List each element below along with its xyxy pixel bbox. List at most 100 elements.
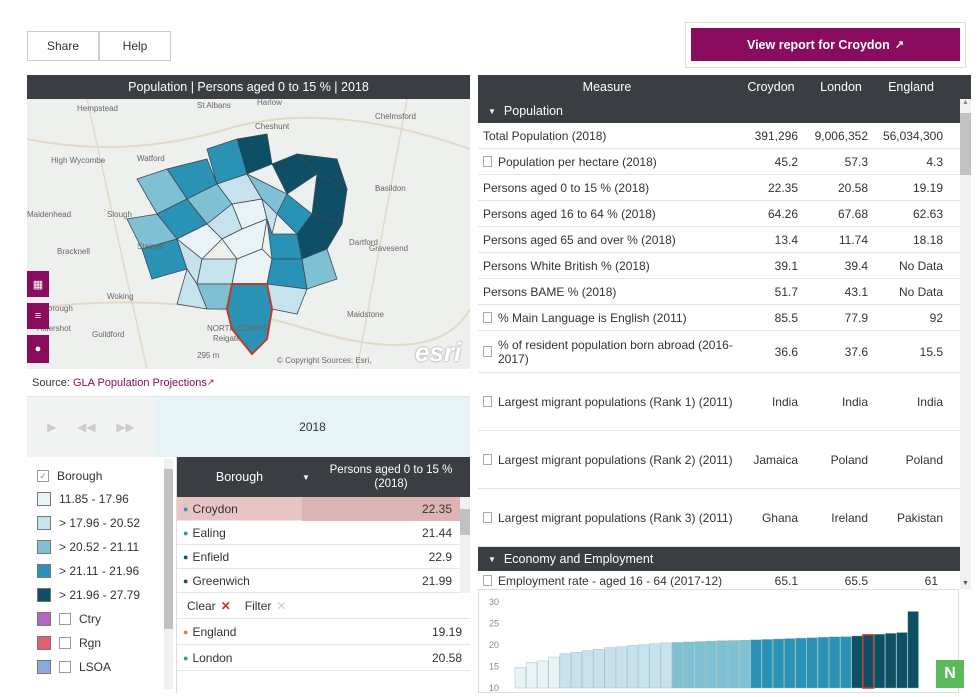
view-report-button[interactable]: View report for Croydon ↗: [691, 28, 960, 61]
chart-bar[interactable]: [593, 649, 605, 689]
chart-bar[interactable]: [761, 639, 773, 689]
legend-extra-item[interactable]: Ctry: [27, 607, 176, 631]
measure-row[interactable]: Persons aged 65 and over % (2018) 13.4 11.…: [478, 227, 960, 253]
source-link[interactable]: GLA Population Projections: [73, 377, 207, 389]
chart-bar[interactable]: [615, 646, 627, 689]
legend-scroll-thumb[interactable]: [164, 469, 173, 629]
chart-bar[interactable]: [548, 656, 560, 689]
chart-bar[interactable]: [705, 640, 717, 689]
measures-scroll-thumb[interactable]: [960, 113, 971, 175]
chart-bar[interactable]: [907, 611, 919, 689]
chart-bar[interactable]: [627, 645, 639, 689]
col-measure[interactable]: Measure: [478, 80, 736, 94]
chart-bar[interactable]: [671, 642, 684, 689]
chart-bar[interactable]: [604, 647, 616, 689]
group-population[interactable]: ▼ Population: [478, 99, 960, 123]
checkbox-checked-icon[interactable]: ✓: [37, 470, 49, 482]
legend-item[interactable]: > 21.11 - 21.96: [27, 559, 176, 583]
play-icon[interactable]: ▶: [47, 420, 56, 434]
summary-row[interactable]: ● London 20.58: [177, 645, 470, 671]
chart-bar[interactable]: [862, 634, 875, 689]
col-borough[interactable]: Borough: [177, 470, 302, 484]
chart-bar[interactable]: [728, 640, 740, 689]
measure-row[interactable]: Total Population (2018) 391,296 9,006,352 5…: [478, 123, 960, 149]
col-persons-0-15[interactable]: Persons aged 0 to 15 % (2018): [312, 463, 470, 491]
chart-bar[interactable]: [806, 637, 818, 689]
map-layers-button[interactable]: ▦: [27, 271, 49, 297]
checkbox-icon[interactable]: [59, 637, 71, 649]
location-button[interactable]: ●: [27, 335, 49, 363]
chart-bar[interactable]: [817, 637, 829, 689]
filter-button[interactable]: Filter: [245, 599, 272, 613]
chart-bar[interactable]: [683, 641, 695, 689]
measures-scrollbar[interactable]: ▲ ▼: [960, 99, 971, 589]
map[interactable]: St Albans Hempstead Harlow Cheshunt Chelmsf…: [27, 99, 470, 369]
chart-bar[interactable]: [526, 661, 538, 689]
chart-bar[interactable]: [570, 652, 583, 689]
chart-bar[interactable]: [851, 635, 863, 689]
chart-bar[interactable]: [537, 660, 549, 689]
borough-row[interactable]: ● Enfield 22.9: [177, 545, 460, 569]
measure-row[interactable]: Persons BAME % (2018) 51.7 43.1 No Data: [478, 279, 960, 305]
filter-x-icon[interactable]: ✕: [276, 599, 286, 613]
sort-down-icon[interactable]: ▼: [302, 473, 312, 482]
scroll-up-icon[interactable]: ▲: [960, 99, 971, 109]
chart-bar[interactable]: [559, 653, 571, 689]
chart-bar[interactable]: [784, 638, 796, 689]
scroll-down-icon[interactable]: ▼: [960, 580, 971, 587]
chart-bar[interactable]: [514, 667, 526, 689]
chart-bar[interactable]: [716, 640, 728, 689]
borough-row[interactable]: ● Ealing 21.44: [177, 521, 460, 545]
legend-extra-item[interactable]: Rgn: [27, 631, 176, 655]
checkbox-icon[interactable]: [59, 613, 71, 625]
forward-icon[interactable]: ▶▶: [116, 420, 134, 434]
legend-item[interactable]: > 17.96 - 20.52: [27, 511, 176, 535]
measure-row[interactable]: Largest migrant populations (Rank 1) (20…: [478, 373, 960, 431]
chart-bar[interactable]: [829, 636, 841, 689]
legend-header[interactable]: ✓ Borough: [27, 465, 176, 487]
borough-row[interactable]: ● Greenwich 21.99: [177, 569, 460, 593]
legend-item[interactable]: 11.85 - 17.96: [27, 487, 176, 511]
chart-bar[interactable]: [795, 637, 807, 689]
measure-row[interactable]: % Main Language is English (2011) 85.5 77.…: [478, 305, 960, 331]
measure-row[interactable]: Persons White British % (2018) 39.1 39.4 No…: [478, 253, 960, 279]
col-england[interactable]: England: [876, 80, 946, 94]
measure-row[interactable]: % of resident population born abroad (20…: [478, 331, 960, 373]
borough-row[interactable]: ● Croydon 22.35: [177, 497, 460, 521]
chart-bar[interactable]: [840, 636, 852, 689]
group-economy[interactable]: ▼ Economy and Employment: [478, 547, 960, 571]
rewind-icon[interactable]: ◀◀: [77, 420, 95, 434]
legend-item[interactable]: > 21.96 - 27.79: [27, 583, 176, 607]
measure-row[interactable]: Persons aged 0 to 15 % (2018) 22.35 20.58 1…: [478, 175, 960, 201]
legend-item[interactable]: > 20.52 - 21.11: [27, 535, 176, 559]
chart-bar[interactable]: [649, 643, 661, 689]
clear-x-icon[interactable]: ✕: [221, 599, 231, 613]
legend-scrollbar[interactable]: [164, 459, 173, 689]
chart-bar[interactable]: [739, 640, 751, 689]
chart-bar[interactable]: [660, 642, 672, 689]
measure-row-employment[interactable]: Employment rate - aged 16 - 64 (2017-12)…: [478, 571, 960, 589]
chart-bar[interactable]: [638, 644, 650, 689]
chart-bar[interactable]: [694, 641, 706, 689]
clear-button[interactable]: Clear: [187, 599, 216, 613]
borough-scroll-thumb[interactable]: [460, 509, 470, 535]
chart-bar[interactable]: [772, 638, 785, 689]
chart-bar[interactable]: [750, 639, 762, 689]
col-london[interactable]: London: [806, 80, 876, 94]
chart-bar[interactable]: [896, 632, 908, 689]
chart-bar[interactable]: [885, 633, 897, 689]
legend-extra-item[interactable]: LSOA: [27, 655, 176, 679]
measure-row[interactable]: Largest migrant populations (Rank 2) (20…: [478, 431, 960, 489]
help-button[interactable]: Help: [99, 31, 171, 61]
share-button[interactable]: Share: [27, 31, 99, 61]
summary-row[interactable]: ● England 19.19: [177, 619, 470, 645]
measure-row[interactable]: Persons aged 16 to 64 % (2018) 64.26 67.68…: [478, 201, 960, 227]
timeline-year[interactable]: 2018: [155, 397, 470, 457]
chart-bar[interactable]: [873, 634, 886, 689]
measure-row[interactable]: Population per hectare (2018) 45.2 57.3 4.3: [478, 149, 960, 175]
measure-row[interactable]: Largest migrant populations (Rank 3) (20…: [478, 489, 960, 547]
data-layers-button[interactable]: ≡: [27, 303, 49, 329]
checkbox-icon[interactable]: [59, 661, 71, 673]
col-croydon[interactable]: Croydon: [736, 80, 806, 94]
chart-bar[interactable]: [582, 650, 594, 689]
